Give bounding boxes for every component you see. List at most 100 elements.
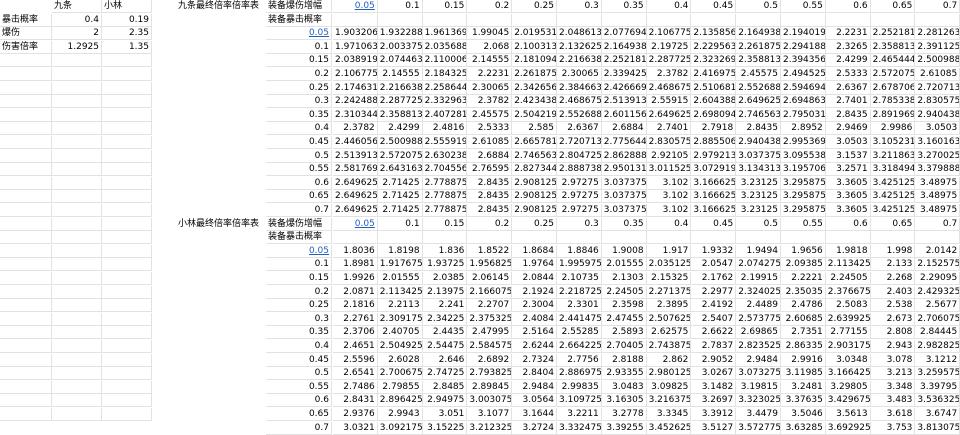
blank-cell[interactable]	[870, 231, 916, 245]
table-cell[interactable]: 2.3004	[512, 299, 557, 313]
row-header[interactable]: 0.1	[266, 258, 332, 272]
table-cell[interactable]: 2.358813	[377, 108, 423, 122]
table-cell[interactable]: 2.24505	[601, 285, 647, 299]
table-cell[interactable]: 3.813075	[915, 421, 960, 435]
table-cell[interactable]: 3.072919	[691, 163, 737, 177]
row-header[interactable]: 0.7	[266, 204, 332, 217]
table-cell[interactable]: 1.9818	[825, 244, 871, 258]
table-cell[interactable]: 2.940438	[915, 108, 960, 122]
row-header[interactable]: 0.5	[266, 367, 332, 381]
table-cell[interactable]: 2.778875	[422, 190, 468, 204]
table-cell[interactable]: 2.555919	[422, 136, 468, 149]
table-cell[interactable]: 2.113425	[377, 285, 423, 299]
blank-cell[interactable]	[870, 13, 916, 27]
blank-cell[interactable]	[736, 13, 781, 27]
empty-cell[interactable]	[0, 272, 52, 285]
table-cell[interactable]: 2.24505	[825, 272, 871, 285]
row-header[interactable]: 0.35	[266, 326, 332, 340]
empty-cell[interactable]	[102, 81, 152, 95]
table-cell[interactable]: 2.743875	[646, 340, 692, 353]
table-cell[interactable]: 2.646	[422, 353, 468, 367]
table-cell[interactable]: 2.1816	[333, 299, 378, 313]
table-cell[interactable]: 3.692925	[825, 421, 871, 435]
table-cell[interactable]: 2.4084	[512, 312, 557, 326]
table-cell[interactable]: 3.092175	[377, 421, 423, 435]
table-cell[interactable]: 2.639925	[825, 312, 871, 326]
table-cell[interactable]: 2.649625	[736, 95, 781, 109]
table-cell[interactable]: 2.261875	[736, 40, 781, 54]
col-header[interactable]: 0.55	[781, 0, 826, 13]
table-cell[interactable]: 3.48975	[915, 190, 960, 204]
table-cell[interactable]: 2.507625	[646, 312, 692, 326]
table-cell[interactable]: 2.538	[870, 299, 916, 313]
table-cell[interactable]: 2.2231	[467, 68, 513, 81]
table-cell[interactable]: 3.323025	[736, 394, 781, 408]
empty-cell[interactable]	[52, 190, 102, 204]
table-cell[interactable]: 2.888738	[557, 163, 602, 177]
table-cell[interactable]: 2.446056	[333, 136, 378, 149]
row-header[interactable]: 0.2	[266, 68, 332, 81]
table-cell[interactable]: 2.174631	[333, 81, 378, 95]
table-cell[interactable]: 2.510681	[691, 81, 737, 95]
table-cell[interactable]: 2.6367	[825, 81, 871, 95]
table-cell[interactable]: 1.836	[422, 244, 468, 258]
col-header[interactable]: 0.05	[333, 217, 378, 231]
table-cell[interactable]: 2.035688	[422, 40, 468, 54]
table-cell[interactable]: 2.074463	[377, 54, 423, 68]
row-axis-label[interactable]: 装备暴击概率	[266, 231, 332, 245]
empty-cell[interactable]	[52, 122, 102, 136]
empty-cell[interactable]	[0, 204, 52, 217]
empty-cell[interactable]	[0, 68, 52, 81]
col-header[interactable]: 0.45	[691, 217, 737, 231]
empty-cell[interactable]	[52, 394, 102, 408]
table-cell[interactable]: 3.212325	[467, 421, 513, 435]
table-cell[interactable]: 2.29095	[915, 272, 960, 285]
table-cell[interactable]: 2.694863	[781, 95, 826, 109]
row-header[interactable]: 0.25	[266, 299, 332, 313]
table-cell[interactable]: 2.106775	[646, 27, 692, 41]
table-cell[interactable]: 3.0267	[691, 367, 737, 381]
table-cell[interactable]: 2.261875	[512, 68, 557, 81]
table-cell[interactable]: 3.195706	[781, 163, 826, 177]
table-cell[interactable]: 2.604388	[691, 95, 737, 109]
table-cell[interactable]: 3.379888	[915, 163, 960, 177]
col-header[interactable]: 0.35	[601, 0, 647, 13]
table-cell[interactable]: 2.908125	[512, 176, 557, 190]
table-cell[interactable]: 3.2481	[781, 380, 826, 394]
table-cell[interactable]: 3.425125	[870, 176, 916, 190]
blank-cell[interactable]	[601, 231, 647, 245]
table-cell[interactable]: 2.4816	[422, 122, 468, 136]
empty-cell[interactable]	[52, 176, 102, 190]
empty-cell[interactable]	[0, 285, 52, 299]
empty-cell[interactable]	[0, 122, 52, 136]
table-cell[interactable]: 3.037375	[601, 190, 647, 204]
table-cell[interactable]: 2.55285	[557, 326, 602, 340]
table-cell[interactable]: 2.71425	[377, 190, 423, 204]
blank-cell[interactable]	[915, 13, 960, 27]
table-cell[interactable]: 2.940438	[736, 136, 781, 149]
table-cell[interactable]: 3.1212	[915, 353, 960, 367]
table-cell[interactable]: 2.94975	[422, 394, 468, 408]
table-cell[interactable]: 3.037375	[736, 149, 781, 163]
table-cell[interactable]: 2.572075	[870, 68, 916, 81]
table-cell[interactable]: 3.4479	[736, 408, 781, 421]
empty-cell[interactable]	[0, 108, 52, 122]
table-cell[interactable]: 2.2977	[691, 285, 737, 299]
col-header[interactable]: 0.15	[422, 217, 468, 231]
table-cell[interactable]: 3.2724	[512, 421, 557, 435]
blank-cell[interactable]	[422, 13, 468, 27]
table-cell[interactable]: 2.552688	[557, 108, 602, 122]
table-cell[interactable]: 2.252181	[601, 54, 647, 68]
table-cell[interactable]: 2.106775	[333, 68, 378, 81]
table-cell[interactable]: 2.54475	[422, 340, 468, 353]
table-cell[interactable]: 1.8981	[333, 258, 378, 272]
col-header[interactable]: 0.1	[377, 0, 423, 13]
table-cell[interactable]: 2.8435	[825, 108, 871, 122]
empty-cell[interactable]	[102, 299, 152, 313]
table-cell[interactable]: 2.048613	[557, 27, 602, 41]
row-header[interactable]: 0.45	[266, 136, 332, 149]
table-cell[interactable]: 2.700675	[377, 367, 423, 381]
table-cell[interactable]: 2.100313	[512, 40, 557, 54]
table-cell[interactable]: 2.92105	[646, 149, 692, 163]
row-header[interactable]: 0.05	[266, 244, 332, 258]
